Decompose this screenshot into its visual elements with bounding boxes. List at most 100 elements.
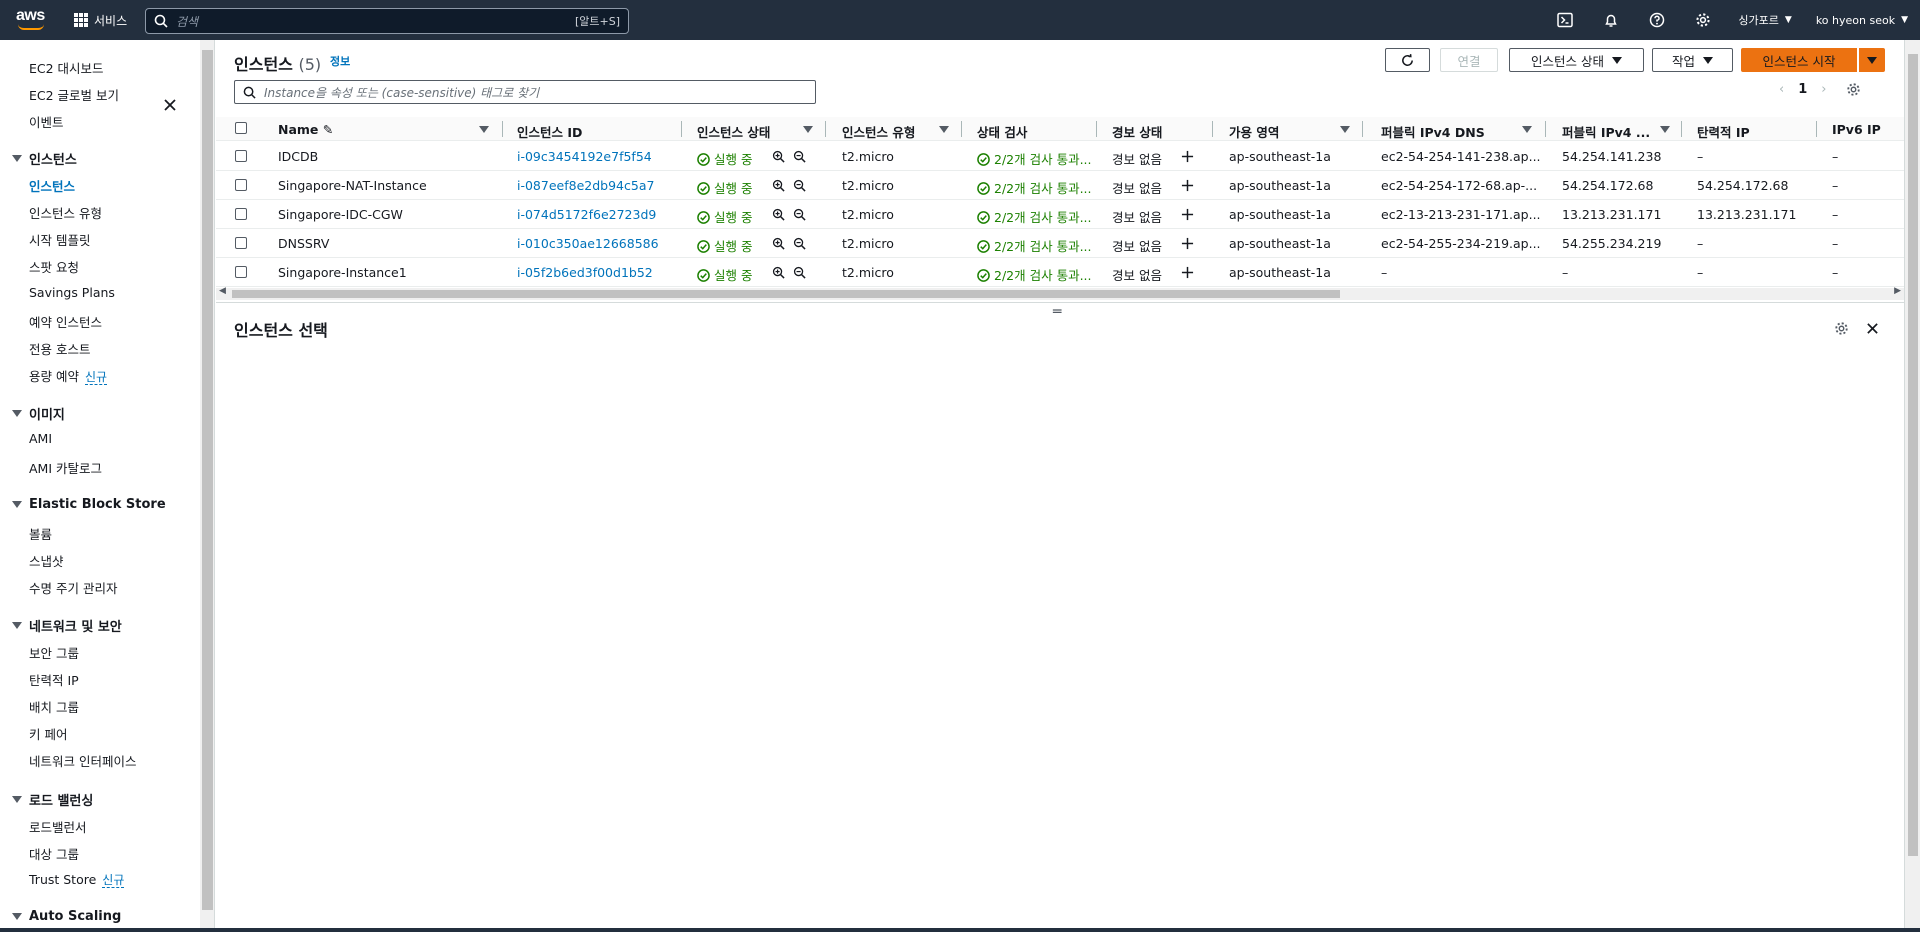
sidebar-item-lifecycle-manager[interactable]: 수명 주기 관리자 <box>29 578 117 597</box>
sidebar-item-instances[interactable]: 인스턴스 <box>29 176 75 195</box>
sidebar-scrollbar-thumb[interactable] <box>202 50 213 910</box>
sidebar-item-elastic-ips[interactable]: 탄력적 IP <box>29 670 79 689</box>
column-separator[interactable] <box>681 121 682 137</box>
zoom-in-button[interactable] <box>772 266 785 283</box>
zoom-in-button[interactable] <box>772 237 785 254</box>
column-separator[interactable] <box>1545 121 1546 137</box>
table-horizontal-scrollbar[interactable]: ◀ ▶ <box>216 286 1904 300</box>
scroll-left-arrow-icon[interactable]: ◀ <box>219 286 226 296</box>
column-header-name[interactable]: Name ✎ <box>278 122 333 137</box>
column-header-public-dns[interactable]: 퍼블릭 IPv4 DNS <box>1381 122 1485 141</box>
sort-icon[interactable] <box>1522 126 1532 133</box>
select-all-checkbox[interactable] <box>235 122 247 134</box>
sort-icon[interactable] <box>803 126 813 133</box>
sort-icon[interactable] <box>1340 126 1350 133</box>
sidebar-item-load-balancers[interactable]: 로드밸런서 <box>29 817 87 836</box>
region-selector[interactable]: 싱가포르 ▼ <box>1738 12 1791 28</box>
row-checkbox[interactable] <box>235 208 247 220</box>
zoom-out-icon[interactable] <box>793 208 806 221</box>
zoom-out-button[interactable] <box>793 237 806 254</box>
column-separator[interactable] <box>1362 121 1363 137</box>
sidebar-section-ebs[interactable]: Elastic Block Store <box>12 497 166 512</box>
add-alarm-button[interactable] <box>1181 150 1194 167</box>
zoom-out-button[interactable] <box>793 208 806 225</box>
zoom-in-icon[interactable] <box>772 266 785 279</box>
launch-dropdown-button[interactable] <box>1859 48 1885 72</box>
add-alarm-icon[interactable] <box>1181 266 1194 279</box>
cell-status-check[interactable]: 2/2개 검사 통과... <box>977 236 1095 255</box>
table-row[interactable]: DNSSRV i-010c350ae12668586 실행 중 t2.micro 2/2… <box>216 229 1904 258</box>
sidebar-item-dedicated-hosts[interactable]: 전용 호스트 <box>29 339 90 358</box>
scroll-right-arrow-icon[interactable]: ▶ <box>1894 286 1901 296</box>
column-separator[interactable] <box>1096 121 1097 137</box>
add-alarm-icon[interactable] <box>1181 150 1194 163</box>
gear-icon[interactable] <box>1834 321 1849 336</box>
row-checkbox[interactable] <box>235 237 247 249</box>
chevron-left-icon[interactable]: ‹ <box>1779 82 1784 97</box>
add-alarm-button[interactable] <box>1181 237 1194 254</box>
sidebar-item-capacity-reservations[interactable]: 용량 예약 신규 <box>29 366 108 385</box>
user-menu[interactable]: ko hyeon seok ▼ <box>1816 14 1908 27</box>
launch-instances-button[interactable]: 인스턴스 시작 <box>1741 48 1857 72</box>
sidebar-item-ami-catalog[interactable]: AMI 카탈로그 <box>29 458 102 477</box>
sidebar-scrollbar[interactable] <box>200 40 215 928</box>
zoom-in-button[interactable] <box>772 208 785 225</box>
sidebar-item-security-groups[interactable]: 보안 그룹 <box>29 643 79 662</box>
zoom-out-button[interactable] <box>793 179 806 196</box>
sidebar-section-instances[interactable]: 인스턴스 <box>12 149 77 168</box>
horizontal-scrollbar-thumb[interactable] <box>232 290 1340 298</box>
sidebar-item-events[interactable]: 이벤트 <box>29 112 64 131</box>
zoom-in-icon[interactable] <box>772 150 785 163</box>
sidebar-item-target-groups[interactable]: 대상 그룹 <box>29 844 79 863</box>
zoom-in-icon[interactable] <box>772 208 785 221</box>
table-row[interactable]: IDCDB i-09c3454192e7f5f54 실행 중 t2.micro 2/2개… <box>216 142 1904 171</box>
sidebar-item-placement-groups[interactable]: 배치 그룹 <box>29 697 79 716</box>
sidebar-item-reserved-instances[interactable]: 예약 인스턴스 <box>29 312 102 331</box>
sidebar-section-load-balancing[interactable]: 로드 밸런싱 <box>12 790 93 809</box>
help-button[interactable] <box>1634 0 1680 40</box>
table-row[interactable]: Singapore-Instance1 i-05f2b6ed3f00d1b52 실행… <box>216 258 1904 287</box>
zoom-out-icon[interactable] <box>793 150 806 163</box>
add-alarm-icon[interactable] <box>1181 179 1194 192</box>
zoom-out-button[interactable] <box>793 266 806 283</box>
add-alarm-icon[interactable] <box>1181 208 1194 221</box>
info-link[interactable]: 정보 <box>330 53 350 69</box>
cell-status-check[interactable]: 2/2개 검사 통과... <box>977 149 1095 168</box>
sidebar-item-trust-store[interactable]: Trust Store 신규 <box>29 871 125 888</box>
connect-button[interactable]: 연결 <box>1440 48 1498 72</box>
zoom-in-icon[interactable] <box>772 179 785 192</box>
settings-button[interactable] <box>1680 0 1726 40</box>
cell-status-check[interactable]: 2/2개 검사 통과... <box>977 265 1095 284</box>
actions-button[interactable]: 작업 <box>1652 48 1733 72</box>
sidebar-item-launch-templates[interactable]: 시작 템플릿 <box>29 230 90 249</box>
column-separator[interactable] <box>502 121 503 137</box>
column-separator[interactable] <box>1816 121 1817 137</box>
column-header-alarm-status[interactable]: 경보 상태 <box>1112 122 1162 141</box>
sort-icon[interactable] <box>1660 126 1670 133</box>
column-header-instance-type[interactable]: 인스턴스 유형 <box>842 122 915 141</box>
aws-logo[interactable]: aws <box>16 8 46 32</box>
gear-icon[interactable] <box>1846 82 1861 97</box>
resize-handle-icon[interactable]: ═ <box>1053 304 1061 320</box>
table-row[interactable]: Singapore-NAT-Instance i-087eef8e2db94c5a… <box>216 171 1904 200</box>
notifications-button[interactable] <box>1588 0 1634 40</box>
column-separator[interactable] <box>1212 121 1213 137</box>
cell-instance-id-link[interactable]: i-074d5172f6e2723d9 <box>517 207 677 222</box>
sidebar-item-ec2-global-view[interactable]: EC2 글로벌 보기 <box>29 85 119 104</box>
zoom-out-button[interactable] <box>793 150 806 167</box>
zoom-in-button[interactable] <box>772 150 785 167</box>
zoom-in-button[interactable] <box>772 179 785 196</box>
column-separator[interactable] <box>825 121 826 137</box>
global-search-input[interactable]: 검색 [알트+S] <box>145 8 629 34</box>
page-scrollbar[interactable] <box>1904 40 1920 928</box>
close-icon[interactable] <box>163 98 177 112</box>
zoom-out-icon[interactable] <box>793 266 806 279</box>
sidebar-section-auto-scaling[interactable]: Auto Scaling <box>12 909 121 924</box>
sidebar-item-spot-requests[interactable]: 스팟 요청 <box>29 257 79 276</box>
sidebar-section-images[interactable]: 이미지 <box>12 404 65 423</box>
column-header-public-ipv4[interactable]: 퍼블릭 IPv4 ... <box>1562 122 1650 141</box>
zoom-in-icon[interactable] <box>772 237 785 250</box>
cell-instance-id-link[interactable]: i-010c350ae12668586 <box>517 236 677 251</box>
page-scrollbar-thumb[interactable] <box>1908 54 1918 856</box>
column-header-instance-state[interactable]: 인스턴스 상태 <box>697 122 770 141</box>
